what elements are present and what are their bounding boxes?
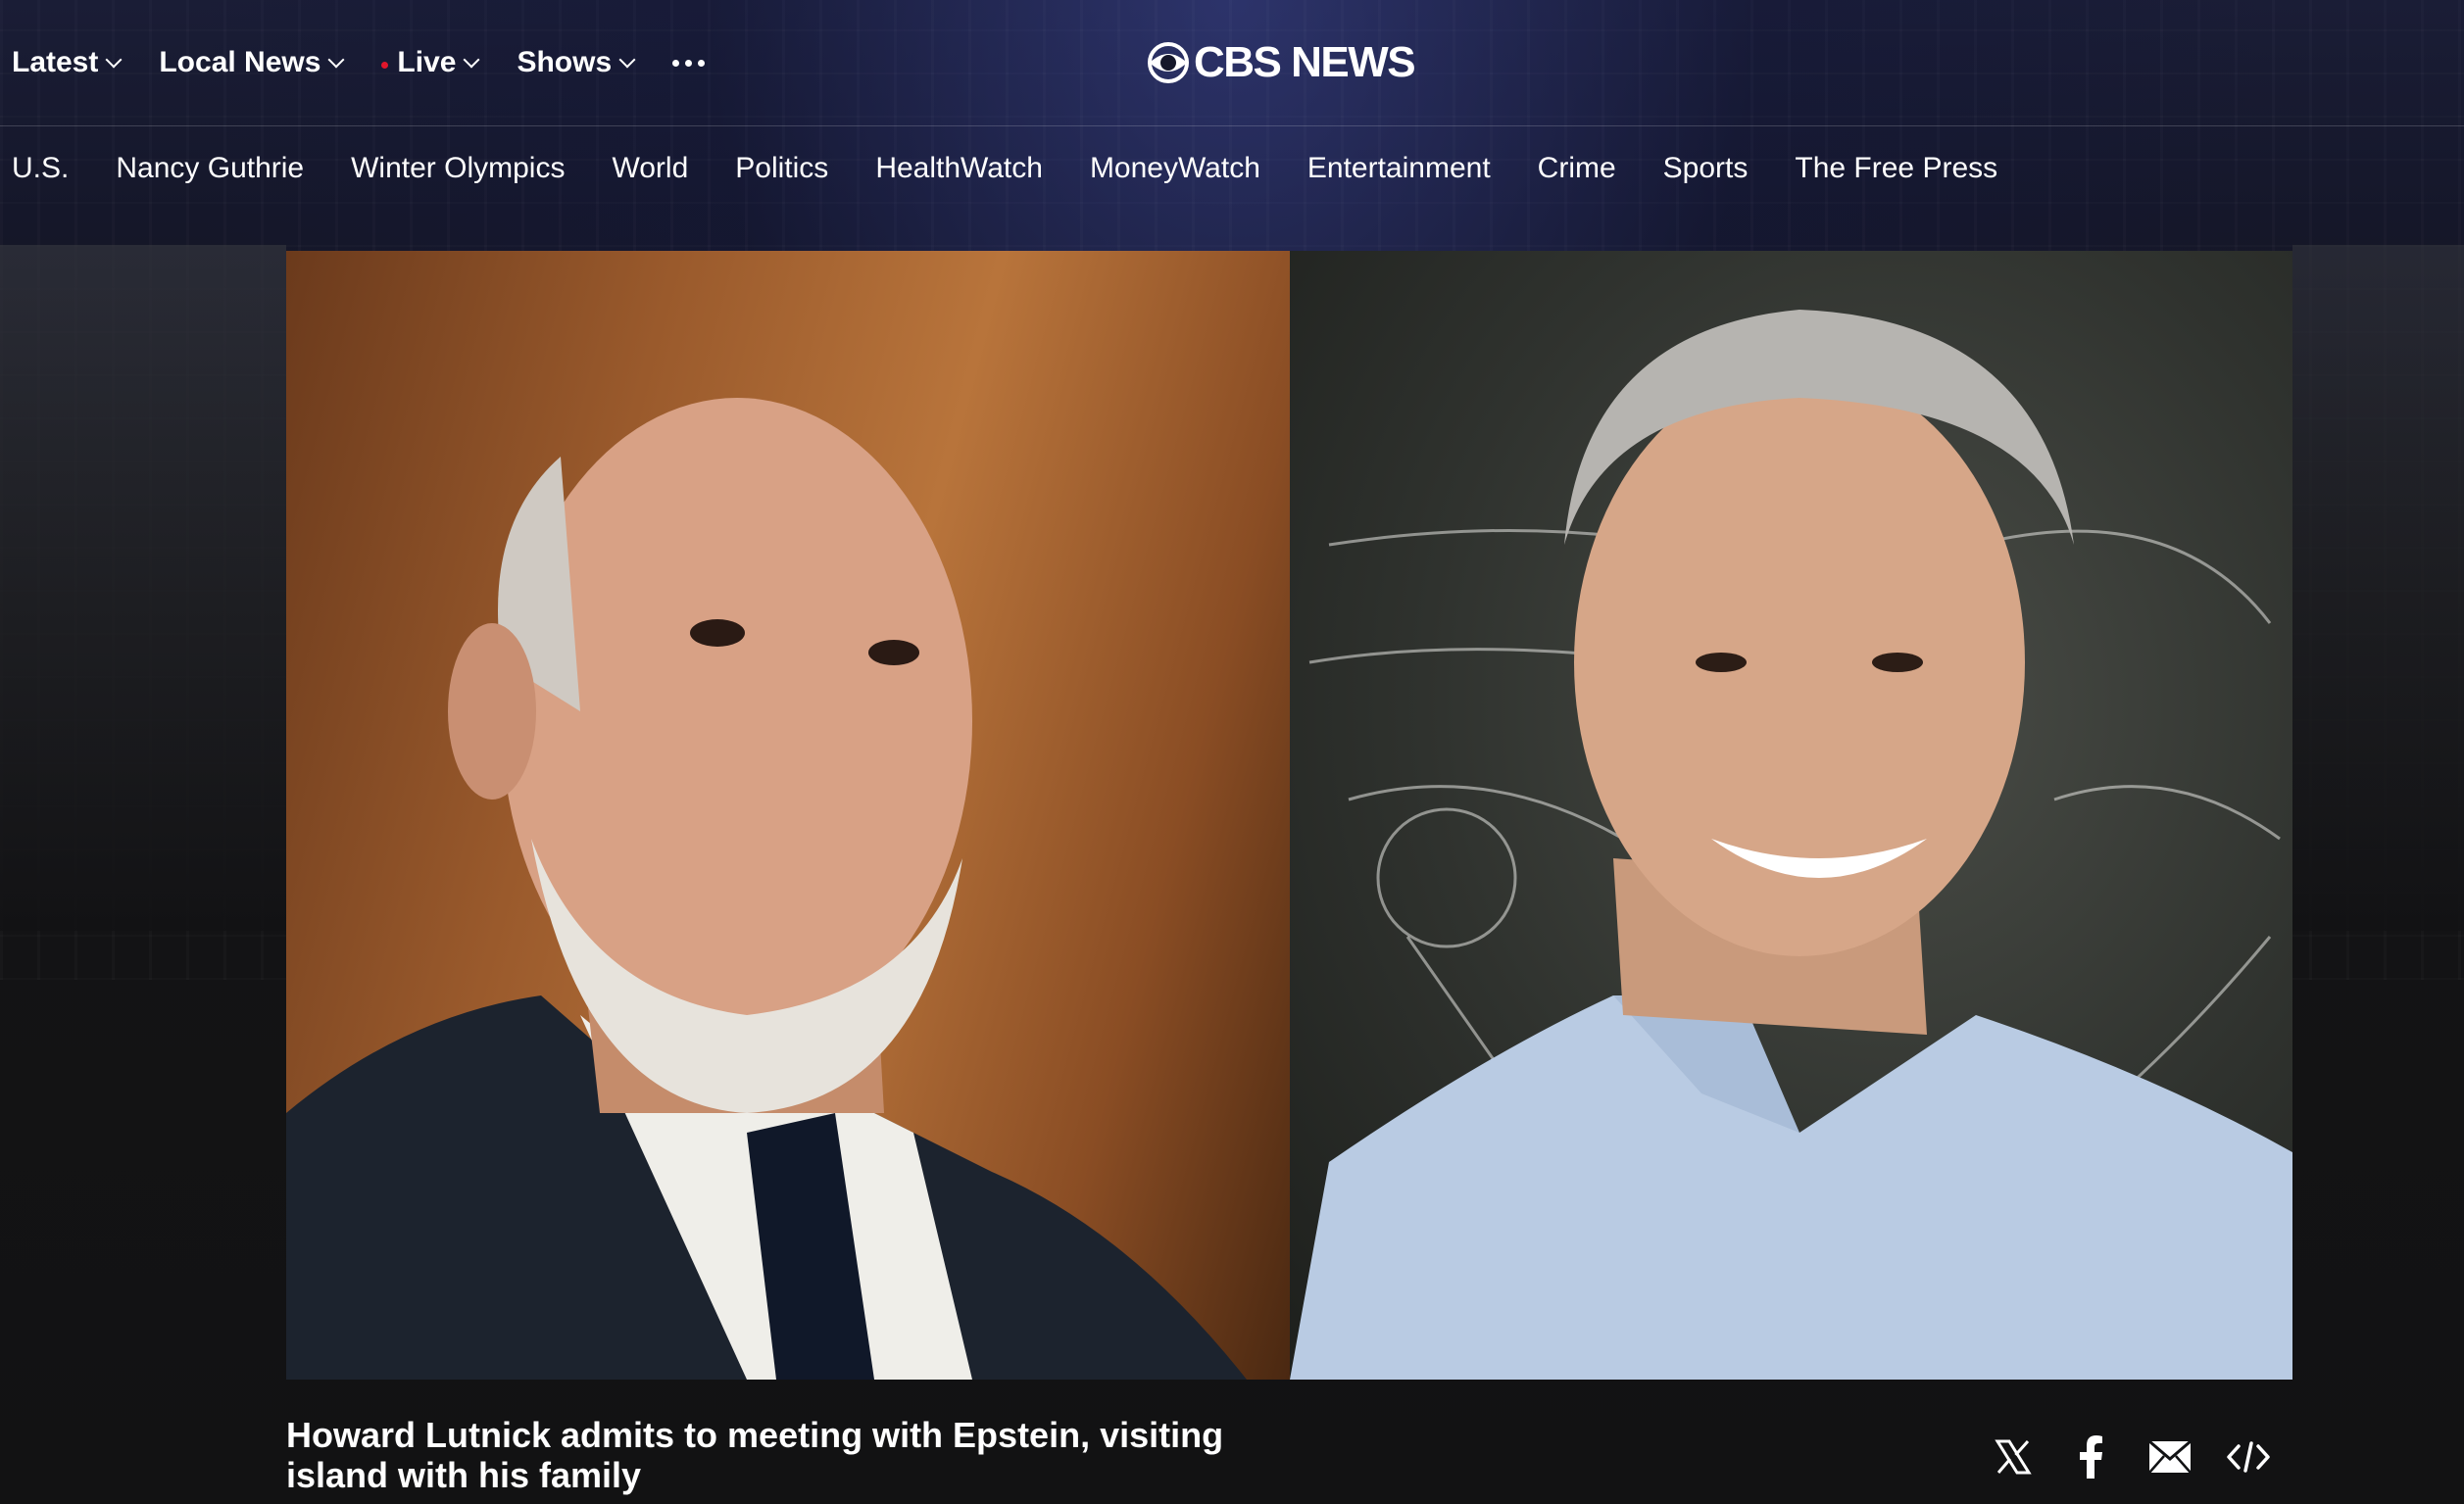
nav-local-news[interactable]: Local News [159,46,345,79]
nav-live-label: Live [397,46,457,78]
section-nav: U.S. Nancy Guthrie Winter Olympics World… [12,145,2045,192]
section-entertainment[interactable]: Entertainment [1307,152,1491,185]
section-crime[interactable]: Crime [1538,152,1616,185]
photo-howard-lutnick [286,251,1290,1380]
more-horizontal-icon[interactable] [672,59,706,67]
primary-nav: Latest Local News Live Shows [12,41,706,84]
backdrop-left-panel [0,245,286,931]
chevron-down-icon [618,51,636,69]
section-nancy-guthrie[interactable]: Nancy Guthrie [116,152,304,185]
section-the-free-press[interactable]: The Free Press [1795,152,1997,185]
logo-wordmark: CBS NEWS [1194,38,1416,86]
nav-latest-label: Latest [12,46,99,78]
portrait-left-illustration [286,398,1247,1380]
backdrop-right-panel [2292,245,2464,931]
section-world[interactable]: World [612,152,688,185]
photo-jeffrey-epstein [1290,251,2292,1380]
x-icon[interactable] [1992,1435,2035,1479]
nav-latest[interactable]: Latest [12,46,123,79]
section-politics[interactable]: Politics [735,152,828,185]
cbs-news-logo[interactable]: CBS NEWS [1147,37,1416,88]
section-winter-olympics[interactable]: Winter Olympics [351,152,565,185]
share-bar [1992,1432,2270,1481]
live-indicator-dot [381,61,389,69]
chalkboard-illustration [1290,310,2292,1380]
section-moneywatch[interactable]: MoneyWatch [1090,152,1260,185]
email-icon[interactable] [2148,1435,2192,1479]
chevron-down-icon [463,51,480,69]
section-us[interactable]: U.S. [12,152,69,185]
top-header: Latest Local News Live Shows CBS NEWS [0,0,2464,126]
section-sports[interactable]: Sports [1663,152,1749,185]
page: Latest Local News Live Shows CBS NEWS U.… [0,0,2464,1504]
facebook-icon[interactable] [2070,1435,2113,1479]
cbs-eye-icon [1148,42,1189,83]
nav-shows[interactable]: Shows [517,46,636,79]
nav-live[interactable]: Live [381,46,480,79]
embed-code-icon[interactable] [2227,1435,2270,1479]
chevron-down-icon [327,51,345,69]
nav-shows-label: Shows [517,46,613,78]
nav-local-news-label: Local News [159,46,321,78]
chevron-down-icon [105,51,123,69]
article-headline: Howard Lutnick admits to meeting with Ep… [286,1415,1224,1495]
section-healthwatch[interactable]: HealthWatch [875,152,1043,185]
hero-image[interactable] [286,251,2292,1380]
